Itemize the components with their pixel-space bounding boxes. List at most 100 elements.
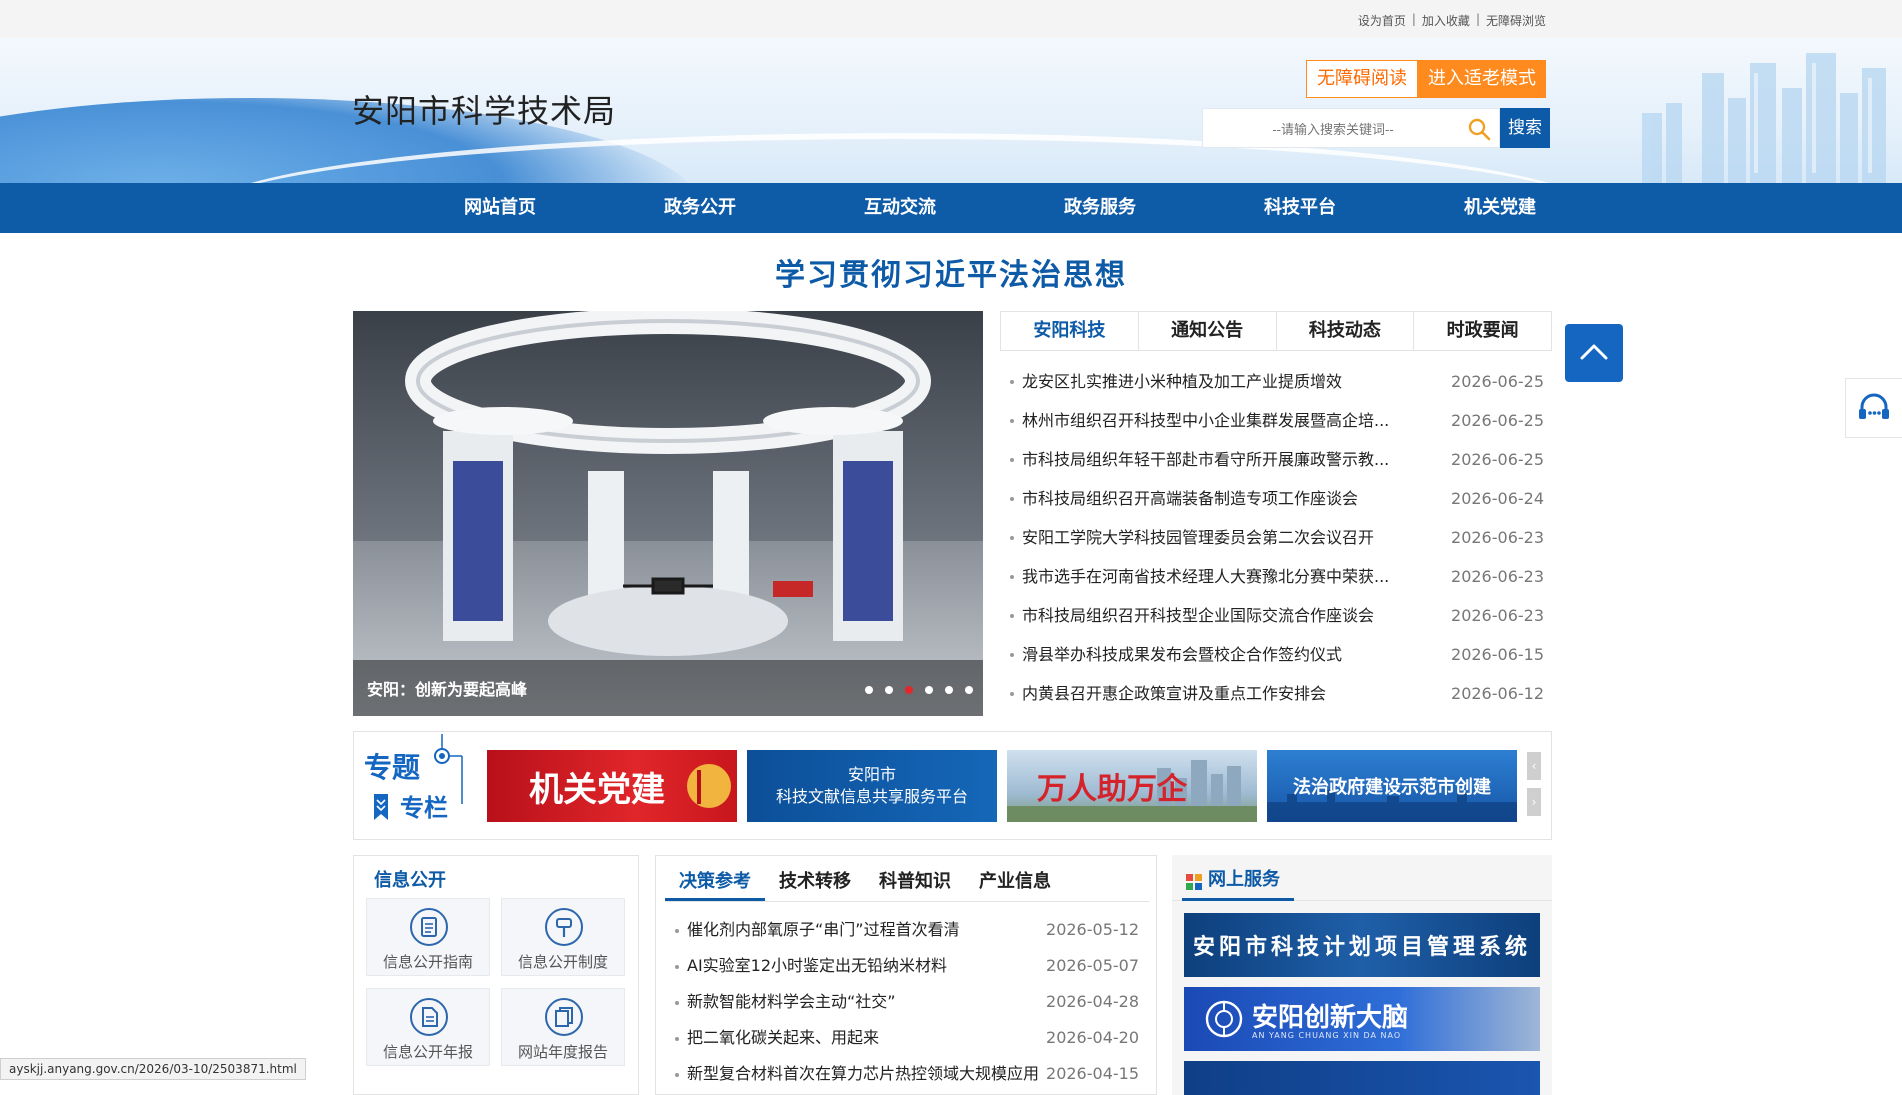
search-input[interactable]	[1213, 117, 1453, 141]
slide-dot-active[interactable]	[905, 686, 913, 694]
news-item[interactable]: 市科技局组织召开高端装备制造专项工作座谈会 2026-06-24	[1000, 479, 1552, 518]
slide-dot[interactable]	[865, 686, 873, 694]
news-item[interactable]: 安阳工学院大学科技园管理委员会第二次会议召开 2026-06-23	[1000, 518, 1552, 557]
list-item[interactable]: 新款智能材料学会主动“社交” 2026-04-28	[665, 984, 1149, 1020]
tab-tech-transfer[interactable]: 技术转移	[765, 865, 865, 901]
tech-project-system-banner[interactable]: 安阳市科技计划项目管理系统	[1184, 913, 1540, 977]
reference-tabs: 决策参考 技术转移 科普知识 产业信息	[665, 865, 1149, 902]
news-title[interactable]: 市科技局组织召开科技型企业国际交流合作座谈会	[1022, 606, 1374, 625]
list-item-title[interactable]: AI实验室12小时鉴定出无铅纳米材料	[687, 956, 947, 975]
topic-enterprise-help[interactable]: 万人助万企	[1007, 750, 1257, 822]
list-item-date: 2026-04-20	[1046, 1028, 1139, 1047]
news-date: 2026-06-24	[1451, 489, 1544, 508]
info-disclosure-panel: 信息公开 信息公开指南 信息公开制度 信息公开年报 网站年度报告	[353, 855, 639, 1095]
nav-item-gov-affairs[interactable]: 政务公开	[600, 183, 800, 233]
nav-item-party-building[interactable]: 机关党建	[1400, 183, 1600, 233]
tile-label: 网站年度报告	[517, 1043, 608, 1061]
slide-dot[interactable]	[885, 686, 893, 694]
tab-anyang-tech[interactable]: 安阳科技	[1001, 312, 1139, 350]
news-item[interactable]: 林州市组织召开科技型中小企业集群发展暨高企培... 2026-06-25	[1000, 401, 1552, 440]
list-item[interactable]: 新型复合材料首次在算力芯片热控领域大规模应用 2026-04-15	[665, 1056, 1149, 1092]
innovation-brain-banner[interactable]: 安阳创新大脑 AN YANG CHUANG XIN DA NAO	[1184, 987, 1540, 1051]
list-item-date: 2026-04-15	[1046, 1064, 1139, 1083]
tab-industry-info[interactable]: 产业信息	[965, 865, 1065, 901]
news-item[interactable]: 滑县举办科技成果发布会暨校企合作签约仪式 2026-06-15	[1000, 635, 1552, 674]
nav-item-home[interactable]: 网站首页	[400, 183, 600, 233]
tile-label: 信息公开指南	[382, 953, 473, 971]
nav-item-tech-platform[interactable]: 科技平台	[1200, 183, 1400, 233]
slide-dot[interactable]	[945, 686, 953, 694]
search-button[interactable]: 搜索	[1500, 108, 1550, 148]
news-title[interactable]: 市科技局组织召开高端装备制造专项工作座谈会	[1022, 489, 1358, 508]
news-tabs: 安阳科技 通知公告 科技动态 时政要闻	[1000, 311, 1552, 351]
slide-dot[interactable]	[965, 686, 973, 694]
nav-item-gov-services[interactable]: 政务服务	[1000, 183, 1200, 233]
list-item-date: 2026-05-12	[1046, 920, 1139, 939]
tab-current-affairs[interactable]: 时政要闻	[1414, 312, 1551, 350]
info-tile-rules[interactable]: 信息公开制度	[501, 898, 625, 976]
list-item-title[interactable]: 新型复合材料首次在算力芯片热控领域大规模应用	[687, 1064, 1039, 1083]
list-item[interactable]: 催化剂内部氧原子“串门”过程首次看清 2026-05-12	[665, 912, 1149, 948]
news-item[interactable]: 市科技局组织召开科技型企业国际交流合作座谈会 2026-06-23	[1000, 596, 1552, 635]
info-tile-guide[interactable]: 信息公开指南	[366, 898, 490, 976]
slide-dots	[865, 686, 973, 694]
info-tile-website-report[interactable]: 网站年度报告	[501, 988, 625, 1066]
news-title[interactable]: 内黄县召开惠企政策宣讲及重点工作安排会	[1022, 684, 1326, 703]
list-item-title[interactable]: 新款智能材料学会主动“社交”	[687, 992, 896, 1011]
news-title[interactable]: 市科技局组织年轻干部赴市看守所开展廉政警示教...	[1022, 450, 1389, 469]
news-item[interactable]: 市科技局组织年轻干部赴市看守所开展廉政警示教... 2026-06-25	[1000, 440, 1552, 479]
image-slideshow[interactable]: 安阳：创新为要起高峰	[353, 311, 983, 716]
topic-label: 安阳市 科技文献信息共享服务平台	[775, 765, 968, 806]
news-title[interactable]: 我市选手在河南省技术经理人大赛豫北分赛中荣获...	[1022, 567, 1389, 586]
service-header: 网上服务	[1172, 855, 1552, 901]
topic-rule-of-law[interactable]: 法治政府建设示范市创建	[1267, 750, 1517, 822]
news-title[interactable]: 林州市组织召开科技型中小企业集群发展暨高企培...	[1022, 411, 1389, 430]
clipboard-icon	[410, 908, 448, 946]
topic-literature-platform[interactable]: 安阳市 科技文献信息共享服务平台	[747, 750, 997, 822]
list-item-date: 2026-05-07	[1046, 956, 1139, 975]
news-title[interactable]: 滑县举办科技成果发布会暨校企合作签约仪式	[1022, 645, 1342, 664]
add-favorite-link[interactable]: 加入收藏	[1422, 12, 1470, 29]
service-title-text: 网上服务	[1208, 869, 1280, 890]
topic-party-building[interactable]: 机关党建	[487, 750, 737, 822]
tab-science-knowledge[interactable]: 科普知识	[865, 865, 965, 901]
news-item[interactable]: 龙安区扎实推进小米种植及加工产业提质增效 2026-06-25	[1000, 362, 1552, 401]
news-date: 2026-06-15	[1451, 645, 1544, 664]
news-date: 2026-06-25	[1451, 450, 1544, 469]
list-item[interactable]: AI实验室12小时鉴定出无铅纳米材料 2026-05-07	[665, 948, 1149, 984]
accessible-browse-link[interactable]: 无障碍浏览	[1486, 12, 1546, 29]
nav-item-interaction[interactable]: 互动交流	[800, 183, 1000, 233]
search-icon[interactable]	[1467, 117, 1491, 141]
list-item-title[interactable]: 把二氧化碳关起来、用起来	[687, 1028, 879, 1047]
info-tile-annual-report[interactable]: 信息公开年报	[366, 988, 490, 1066]
tab-tech-news[interactable]: 科技动态	[1276, 312, 1415, 350]
service-banner-3[interactable]	[1184, 1061, 1540, 1095]
news-item[interactable]: 内黄县召开惠企政策宣讲及重点工作安排会 2026-06-12	[1000, 674, 1552, 713]
online-service-panel: 网上服务 安阳市科技计划项目管理系统 安阳创新大脑 AN YANG CHUANG…	[1172, 855, 1552, 1095]
chevron-right-icon[interactable]: ›	[1527, 788, 1541, 816]
topic-scroll-controls: ‹ ›	[1527, 752, 1541, 824]
banner-sublabel: AN YANG CHUANG XIN DA NAO	[1252, 1031, 1402, 1040]
customer-service-float[interactable]	[1845, 378, 1902, 438]
feature-banner[interactable]: 学习贯彻习近平法治思想	[0, 250, 1902, 294]
news-title[interactable]: 龙安区扎实推进小米种植及加工产业提质增效	[1022, 372, 1342, 391]
news-title[interactable]: 安阳工学院大学科技园管理委员会第二次会议召开	[1022, 528, 1374, 547]
news-list: 龙安区扎实推进小米种植及加工产业提质增效 2026-06-25 林州市组织召开科技…	[1000, 362, 1552, 713]
tab-notices[interactable]: 通知公告	[1138, 312, 1277, 350]
chevron-left-icon[interactable]: ‹	[1527, 752, 1541, 780]
list-item[interactable]: 把二氧化碳关起来、用起来 2026-04-20	[665, 1020, 1149, 1056]
slide-photo	[353, 311, 983, 716]
back-to-top-button[interactable]	[1565, 324, 1623, 382]
news-item[interactable]: 我市选手在河南省技术经理人大赛豫北分赛中荣获... 2026-06-23	[1000, 557, 1552, 596]
hammer-icon	[545, 908, 583, 946]
slide-dot[interactable]	[925, 686, 933, 694]
topic-label: 法治政府建设示范市创建	[1293, 777, 1491, 798]
elder-mode-button[interactable]: 进入适老模式	[1418, 60, 1546, 98]
top-links: 设为首页 | 加入收藏 | 无障碍浏览	[1358, 12, 1546, 29]
list-item-title[interactable]: 催化剂内部氧原子“串门”过程首次看清	[687, 920, 960, 939]
slide-caption[interactable]: 安阳：创新为要起高峰	[367, 676, 527, 700]
tab-decision-reference[interactable]: 决策参考	[665, 865, 765, 901]
set-homepage-link[interactable]: 设为首页	[1358, 12, 1406, 29]
reference-panel: 决策参考 技术转移 科普知识 产业信息 催化剂内部氧原子“串门”过程首次看清 20…	[655, 855, 1157, 1095]
accessibility-reading-button[interactable]: 无障碍阅读	[1306, 60, 1418, 98]
